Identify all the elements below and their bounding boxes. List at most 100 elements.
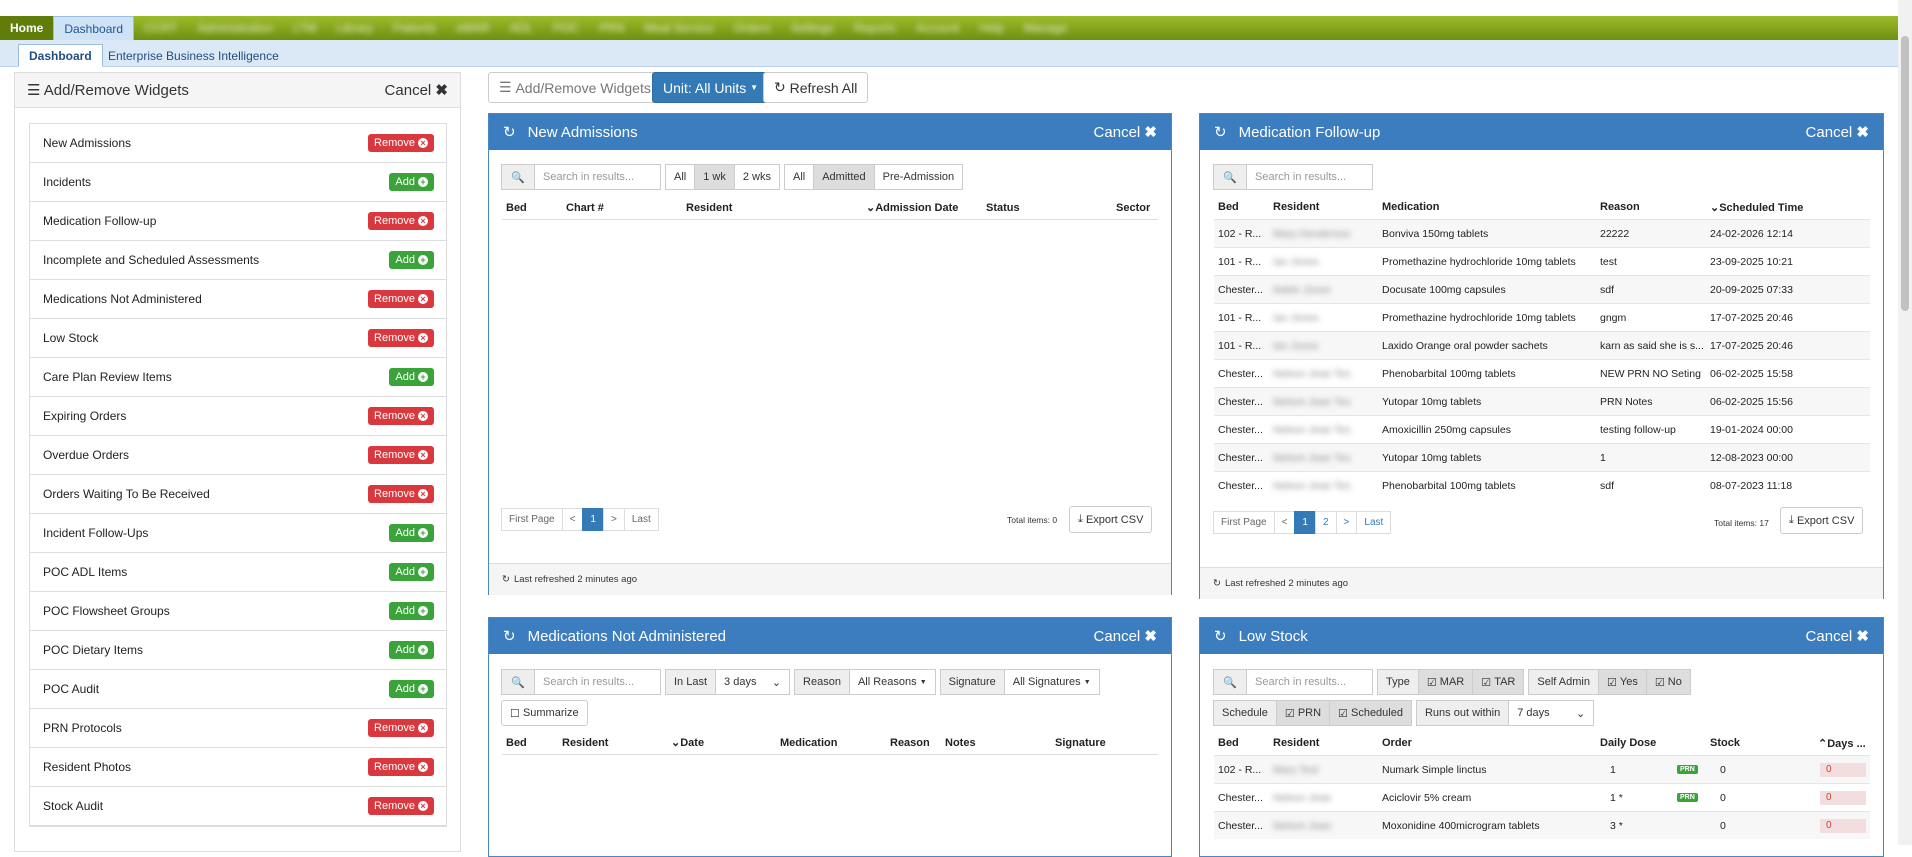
widgets-panel-cancel[interactable]: Cancel ✖	[385, 81, 448, 99]
refresh-icon[interactable]: ↻	[503, 123, 516, 141]
col-stock[interactable]: Stock	[1710, 737, 1740, 749]
remove-widget-button[interactable]: Remove ×	[368, 485, 434, 503]
col-medication[interactable]: Medication	[1382, 201, 1439, 213]
nav-item-blurred[interactable]: Library	[326, 16, 383, 40]
last-page-button[interactable]: Last	[623, 508, 659, 531]
remove-widget-button[interactable]: Remove ×	[368, 719, 434, 737]
signature-dropdown[interactable]: All Signatures ▼	[1003, 669, 1100, 695]
filter-all[interactable]: All	[665, 164, 696, 190]
remove-widget-button[interactable]: Remove ×	[368, 134, 434, 152]
nav-item-blurred[interactable]: eMAR	[446, 16, 499, 40]
nav-home[interactable]: Home	[0, 16, 54, 40]
type-mar-toggle[interactable]: ☑ MAR	[1417, 669, 1474, 695]
schedule-scheduled-toggle[interactable]: ☑ Scheduled	[1329, 700, 1412, 726]
col-chart[interactable]: Chart #	[566, 202, 604, 214]
last-page-button[interactable]: Last	[1356, 511, 1392, 534]
export-csv-button[interactable]: ⤓ Export CSV	[1069, 506, 1153, 533]
nav-item-blurred[interactable]: Administration	[187, 16, 283, 40]
col-resident[interactable]: Resident	[562, 737, 608, 749]
in-last-select[interactable]: 3 days ⌄	[715, 669, 791, 695]
col-sector[interactable]: Sector	[1116, 202, 1150, 214]
status-all[interactable]: All	[783, 164, 815, 190]
col-reason[interactable]: Reason	[890, 737, 930, 749]
prev-page-button[interactable]: <	[561, 508, 584, 531]
first-page-button[interactable]: First Page	[501, 508, 563, 531]
col-scheduled-time[interactable]: ⌄Scheduled Time	[1710, 201, 1803, 214]
first-page-button[interactable]: First Page	[1213, 511, 1275, 534]
add-widget-button[interactable]: Add +	[389, 368, 434, 386]
export-csv-button[interactable]: ⤓ Export CSV	[1780, 507, 1864, 534]
table-row[interactable]: Chester... Nelson Jean Aciclovir 5% crea…	[1214, 783, 1870, 811]
table-row[interactable]: Chester... Nelson Jean Tes Phenobarbital…	[1214, 471, 1870, 499]
refresh-icon[interactable]: ↻	[503, 627, 516, 645]
col-date[interactable]: ⌄Date	[671, 736, 704, 749]
table-row[interactable]: Chester... Nelson Jean Tes Yutopar 10mg …	[1214, 443, 1870, 471]
add-remove-widgets-button[interactable]: ☰ Add/Remove Widgets	[488, 72, 662, 103]
tab-dashboard[interactable]: Dashboard	[18, 44, 103, 67]
widget-cancel[interactable]: Cancel ✖	[1806, 627, 1869, 645]
self-admin-yes-toggle[interactable]: ☑ Yes	[1597, 669, 1647, 695]
page-button[interactable]: 1	[1294, 511, 1316, 534]
table-row[interactable]: Chester... Nelson Jean Moxonidine 400mic…	[1214, 811, 1870, 839]
page-scrollbar[interactable]	[1898, 0, 1912, 845]
widget-cancel[interactable]: Cancel ✖	[1094, 123, 1157, 141]
refresh-icon[interactable]: ↻	[1214, 123, 1227, 141]
table-row[interactable]: Chester... Nelson Jean Tes Phenobarbital…	[1214, 359, 1870, 387]
col-medication[interactable]: Medication	[780, 737, 837, 749]
col-resident[interactable]: Resident	[1273, 737, 1319, 749]
add-widget-button[interactable]: Add +	[389, 524, 434, 542]
status-admitted[interactable]: Admitted	[813, 164, 875, 190]
prev-page-button[interactable]: <	[1273, 511, 1296, 534]
nav-item-blurred[interactable]: Manage	[1014, 16, 1077, 40]
table-row[interactable]: 101 - R... Ian Jones Promethazine hydroc…	[1214, 247, 1870, 275]
add-widget-button[interactable]: Add +	[389, 563, 434, 581]
table-row[interactable]: 101 - R... Ian Jones Laxido Orange oral …	[1214, 331, 1870, 359]
scrollbar-thumb[interactable]	[1901, 36, 1909, 311]
search-input[interactable]: Search in results...	[1246, 164, 1373, 190]
col-status[interactable]: Status	[986, 202, 1020, 214]
table-row[interactable]: 102 - R... Mary Test Numark Simple linct…	[1214, 755, 1870, 783]
col-signature[interactable]: Signature	[1055, 737, 1106, 749]
remove-widget-button[interactable]: Remove ×	[368, 212, 434, 230]
widget-cancel[interactable]: Cancel ✖	[1094, 627, 1157, 645]
table-row[interactable]: 102 - R... Mary Henderson Bonviva 150mg …	[1214, 219, 1870, 247]
schedule-prn-toggle[interactable]: ☑ PRN	[1275, 700, 1331, 726]
col-reason[interactable]: Reason	[1600, 201, 1640, 213]
reason-dropdown[interactable]: All Reasons ▼	[848, 669, 936, 695]
remove-widget-button[interactable]: Remove ×	[368, 329, 434, 347]
nav-item-blurred[interactable]: LTM	[283, 16, 326, 40]
remove-widget-button[interactable]: Remove ×	[368, 797, 434, 815]
unit-dropdown[interactable]: Unit: All Units ▼	[652, 72, 770, 103]
nav-item-blurred[interactable]: Settings	[780, 16, 843, 40]
page-button[interactable]: 1	[582, 508, 604, 531]
col-admission-date[interactable]: ⌄Admission Date	[866, 201, 958, 214]
nav-item-blurred[interactable]: POC	[543, 16, 589, 40]
col-bed[interactable]: Bed	[1218, 201, 1239, 213]
search-input[interactable]: Search in results...	[1246, 669, 1373, 695]
refresh-icon[interactable]: ↻	[1214, 627, 1227, 645]
search-input[interactable]: Search in results...	[534, 164, 661, 190]
col-days[interactable]: ⌃Days ...	[1818, 737, 1866, 750]
filter-1wk[interactable]: 1 wk	[694, 164, 735, 190]
page-button[interactable]: 2	[1314, 511, 1337, 534]
nav-item-blurred[interactable]: Patients	[383, 16, 446, 40]
add-widget-button[interactable]: Add +	[389, 641, 434, 659]
runs-out-select[interactable]: 7 days ⌄	[1508, 700, 1595, 726]
remove-widget-button[interactable]: Remove ×	[368, 407, 434, 425]
add-widget-button[interactable]: Add +	[389, 680, 434, 698]
remove-widget-button[interactable]: Remove ×	[368, 446, 434, 464]
nav-item-blurred[interactable]: Orders	[724, 16, 781, 40]
table-row[interactable]: Chester... Nelson Jean Tes Amoxicillin 2…	[1214, 415, 1870, 443]
col-bed[interactable]: Bed	[506, 737, 527, 749]
refresh-all-button[interactable]: ↻ Refresh All	[763, 72, 869, 103]
next-page-button[interactable]: >	[1335, 511, 1358, 534]
self-admin-no-toggle[interactable]: ☑ No	[1645, 669, 1691, 695]
col-bed[interactable]: Bed	[1218, 737, 1239, 749]
nav-dashboard[interactable]: Dashboard	[53, 16, 135, 40]
table-row[interactable]: Chester... Adele Jones Docusate 100mg ca…	[1214, 275, 1870, 303]
remove-widget-button[interactable]: Remove ×	[368, 290, 434, 308]
nav-item-blurred[interactable]: Reports	[844, 16, 906, 40]
nav-item-blurred[interactable]: Help	[969, 16, 1014, 40]
nav-item-blurred[interactable]: ADL	[500, 16, 543, 40]
col-bed[interactable]: Bed	[506, 202, 527, 214]
